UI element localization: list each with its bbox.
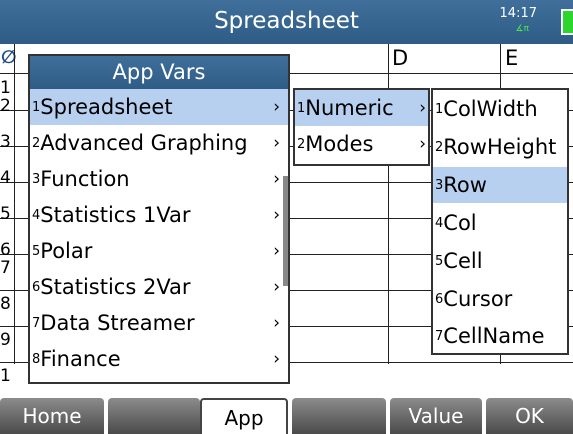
row-number[interactable]: 4 bbox=[0, 170, 14, 187]
row-number[interactable]: 8 bbox=[0, 296, 14, 313]
chevron-right-icon: › bbox=[273, 241, 280, 261]
menu-item-colwidth[interactable]: 1ColWidth bbox=[433, 91, 567, 127]
menu-item-function[interactable]: 3Function › bbox=[30, 161, 288, 197]
chevron-right-icon: › bbox=[273, 205, 280, 225]
menu-item-advanced-graphing[interactable]: 2Advanced Graphing › bbox=[30, 125, 288, 161]
chevron-right-icon: › bbox=[273, 97, 280, 117]
app-vars-menu: App Vars 1Spreadsheet › 2Advanced Graphi… bbox=[28, 54, 290, 384]
chevron-right-icon: › bbox=[273, 313, 280, 333]
clock: 14:17 bbox=[499, 6, 537, 21]
menu-item-statistics-1var[interactable]: 4Statistics 1Var › bbox=[30, 197, 288, 233]
angle-mode-indicator: ∡π bbox=[515, 24, 530, 34]
softkey-bar: Home App Value OK bbox=[0, 396, 573, 434]
value-softkey[interactable]: Value bbox=[390, 398, 482, 434]
row-number[interactable]: 7 bbox=[0, 260, 14, 277]
corner-icon: ∅ bbox=[1, 47, 17, 68]
row-number[interactable]: 1 bbox=[0, 80, 14, 97]
chevron-right-icon: › bbox=[419, 134, 426, 154]
battery-icon bbox=[561, 9, 573, 35]
menu-item-label: Data Streamer bbox=[40, 311, 195, 335]
menu-item-label: Modes bbox=[305, 132, 374, 156]
menu-item-label: ColWidth bbox=[443, 97, 538, 121]
row-number[interactable]: 9 bbox=[0, 332, 14, 349]
numeric-submenu: 1ColWidth 2RowHeight 3Row 4Col 5Cell 6Cu… bbox=[431, 88, 569, 355]
menu-item-label: Statistics 1Var bbox=[40, 203, 191, 227]
row-number[interactable]: 3 bbox=[0, 134, 14, 151]
chevron-right-icon: › bbox=[273, 169, 280, 189]
app-vars-menu-header: App Vars bbox=[30, 56, 288, 89]
menu-item-label: Row bbox=[443, 173, 487, 197]
empty-softkey-4[interactable] bbox=[292, 398, 386, 434]
chevron-right-icon: › bbox=[273, 349, 280, 369]
menu-scrollbar[interactable] bbox=[283, 176, 288, 286]
ok-softkey[interactable]: OK bbox=[486, 398, 573, 434]
menu-item-data-streamer[interactable]: 7Data Streamer › bbox=[30, 305, 288, 341]
menu-item-finance[interactable]: 8Finance › bbox=[30, 341, 288, 377]
menu-item-label: Function bbox=[40, 167, 130, 191]
row-number[interactable]: 2 bbox=[0, 98, 14, 115]
chevron-right-icon: › bbox=[273, 277, 280, 297]
menu-item-modes[interactable]: 2Modes › bbox=[295, 126, 428, 162]
menu-item-rowheight[interactable]: 2RowHeight bbox=[433, 129, 567, 165]
chevron-right-icon: › bbox=[419, 98, 426, 118]
menu-item-label: Cell bbox=[443, 249, 483, 273]
row-number[interactable]: 1 bbox=[0, 368, 14, 385]
menu-item-row[interactable]: 3Row bbox=[433, 167, 567, 203]
menu-item-polar[interactable]: 5Polar › bbox=[30, 233, 288, 269]
menu-item-cell[interactable]: 5Cell bbox=[433, 243, 567, 279]
menu-item-label: Finance bbox=[40, 347, 121, 371]
menu-item-label: Col bbox=[443, 211, 477, 235]
menu-item-label: Numeric bbox=[305, 96, 394, 120]
menu-item-cursor[interactable]: 6Cursor bbox=[433, 281, 567, 317]
app-softkey[interactable]: App bbox=[200, 398, 288, 434]
menu-item-cellname[interactable]: 7CellName bbox=[433, 318, 567, 354]
column-header-d[interactable]: D bbox=[392, 46, 408, 70]
home-softkey[interactable]: Home bbox=[0, 398, 104, 434]
menu-item-label: Advanced Graphing bbox=[40, 131, 248, 155]
title-bar: Spreadsheet 14:17 ∡π bbox=[0, 0, 573, 44]
menu-item-label: Statistics 2Var bbox=[40, 275, 191, 299]
row-number[interactable]: 5 bbox=[0, 206, 14, 223]
row-number[interactable]: 6 bbox=[0, 242, 14, 259]
menu-item-label: Spreadsheet bbox=[40, 95, 173, 119]
menu-item-label: Polar bbox=[40, 239, 93, 263]
menu-item-label: CellName bbox=[443, 324, 545, 348]
menu-item-numeric[interactable]: 1Numeric › bbox=[295, 90, 428, 126]
menu-item-label: RowHeight bbox=[443, 135, 557, 159]
menu-item-col[interactable]: 4Col bbox=[433, 205, 567, 241]
chevron-right-icon: › bbox=[273, 133, 280, 153]
column-header-e[interactable]: E bbox=[505, 46, 518, 70]
app-title: Spreadsheet bbox=[214, 8, 359, 34]
menu-item-spreadsheet[interactable]: 1Spreadsheet › bbox=[30, 89, 288, 125]
menu-item-label: Cursor bbox=[443, 287, 513, 311]
menu-item-statistics-2var[interactable]: 6Statistics 2Var › bbox=[30, 269, 288, 305]
empty-softkey-2[interactable] bbox=[108, 398, 200, 434]
spreadsheet-submenu: 1Numeric › 2Modes › bbox=[293, 88, 430, 166]
